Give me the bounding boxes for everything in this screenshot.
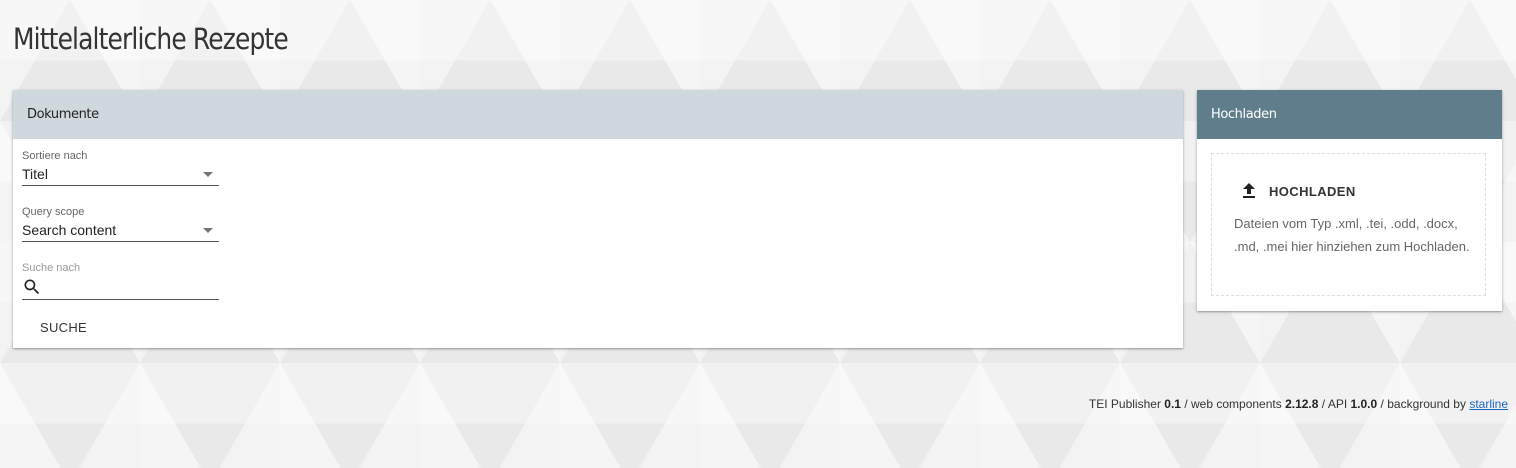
footer-publisher-label: TEI Publisher: [1088, 397, 1161, 411]
upload-panel: Hochladen HOCHLADEN Dateien vom Typ .xml…: [1197, 90, 1502, 311]
footer-api-version: 1.0.0: [1350, 397, 1378, 411]
search-label: Suche nach: [22, 262, 81, 274]
sort-select[interactable]: Sortiere nach Titel: [22, 150, 219, 186]
upload-button-label: HOCHLADEN: [1269, 183, 1356, 199]
sort-label: Sortiere nach: [22, 150, 88, 162]
caret-down-icon: [203, 228, 213, 233]
search-field[interactable]: Suche nach: [22, 262, 231, 300]
search-icon: [22, 277, 42, 297]
footer-components-label: web components: [1191, 397, 1282, 411]
upload-panel-header: Hochladen: [1197, 90, 1502, 139]
query-scope-value-wrapper[interactable]: Search content: [22, 219, 219, 241]
page-title: Mittelalterliche Rezepte: [13, 22, 289, 56]
upload-button[interactable]: HOCHLADEN: [1241, 182, 1356, 200]
documents-panel: Dokumente Sortiere nach Titel Query scop…: [13, 90, 1183, 348]
query-scope-value: Search content: [22, 222, 117, 238]
footer-separator: /: [1321, 397, 1326, 411]
footer-separator: /: [1184, 397, 1188, 411]
upload-dropzone[interactable]: HOCHLADEN Dateien vom Typ .xml, .tei, .o…: [1211, 153, 1486, 296]
sort-value: Titel: [22, 166, 48, 182]
footer-components-version: 2.12.8: [1285, 397, 1319, 411]
footer: TEI Publisher 0.1 / web components 2.12.…: [1089, 397, 1508, 411]
query-scope-label: Query scope: [22, 206, 85, 218]
search-button[interactable]: SUCHE: [40, 320, 87, 335]
query-scope-select[interactable]: Query scope Search content: [22, 206, 219, 242]
search-input[interactable]: [46, 278, 231, 296]
footer-api-label: API: [1327, 397, 1348, 411]
caret-down-icon: [203, 172, 213, 177]
footer-separator: /: [1380, 397, 1384, 411]
footer-background-link[interactable]: starline: [1469, 397, 1508, 411]
sort-value-wrapper[interactable]: Titel: [22, 163, 219, 185]
footer-publisher-version: 0.1: [1164, 397, 1181, 411]
footer-background-label: background by: [1387, 397, 1466, 411]
upload-icon: [1241, 182, 1257, 200]
upload-hint: Dateien vom Typ .xml, .tei, .odd, .docx,…: [1234, 216, 1470, 254]
documents-panel-header: Dokumente: [13, 90, 1183, 139]
